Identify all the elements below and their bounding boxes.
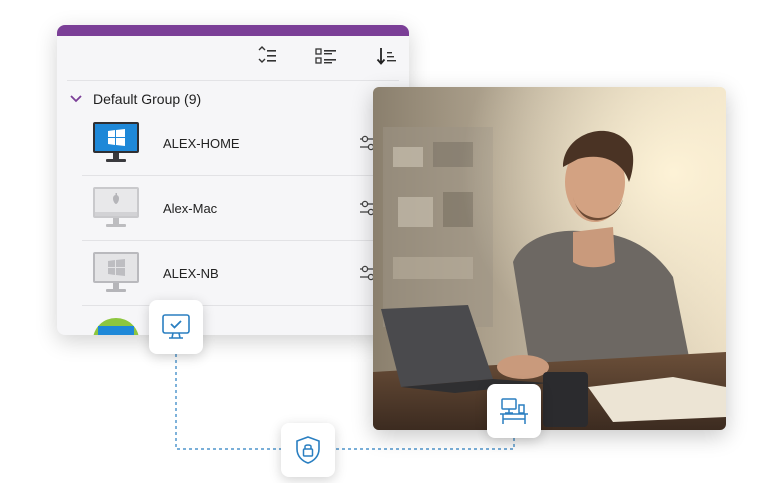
windows-monitor-icon [93,252,139,292]
monitor-check-icon [162,314,190,339]
desk-computer-badge [487,384,541,438]
group-title: Default Group (9) [93,91,202,107]
mac-monitor-icon [93,187,139,227]
device-row[interactable]: ALEX-HOME [82,111,409,176]
sort-icon[interactable] [255,46,277,68]
group-header: Default Group (9) [67,85,201,113]
sort-descending-icon[interactable] [375,46,397,68]
device-list-panel: Default Group (9) ALEX-HOME Alex-Mac ALE… [57,25,409,335]
device-name: Alex-Mac [163,200,218,216]
device-name: ALEX-NB [163,265,219,281]
device-row[interactable]: Alex-Mac [82,176,409,241]
monitor-check-badge [149,300,203,354]
list-view-icon[interactable] [315,46,337,68]
man-using-laptop-photo [373,87,726,430]
device-row[interactable]: ALEX-NB [82,241,409,306]
windows-monitor-icon [93,122,139,162]
android-monitor-icon [93,318,139,335]
shield-lock-icon [296,436,320,464]
panel-toolbar [67,36,399,81]
desk-computer-icon [500,398,528,424]
panel-accent-bar [57,25,409,36]
security-badge [281,423,335,477]
device-name: ALEX-HOME [163,135,240,151]
device-row[interactable] [82,306,409,335]
chevron-down-icon[interactable] [69,92,83,106]
